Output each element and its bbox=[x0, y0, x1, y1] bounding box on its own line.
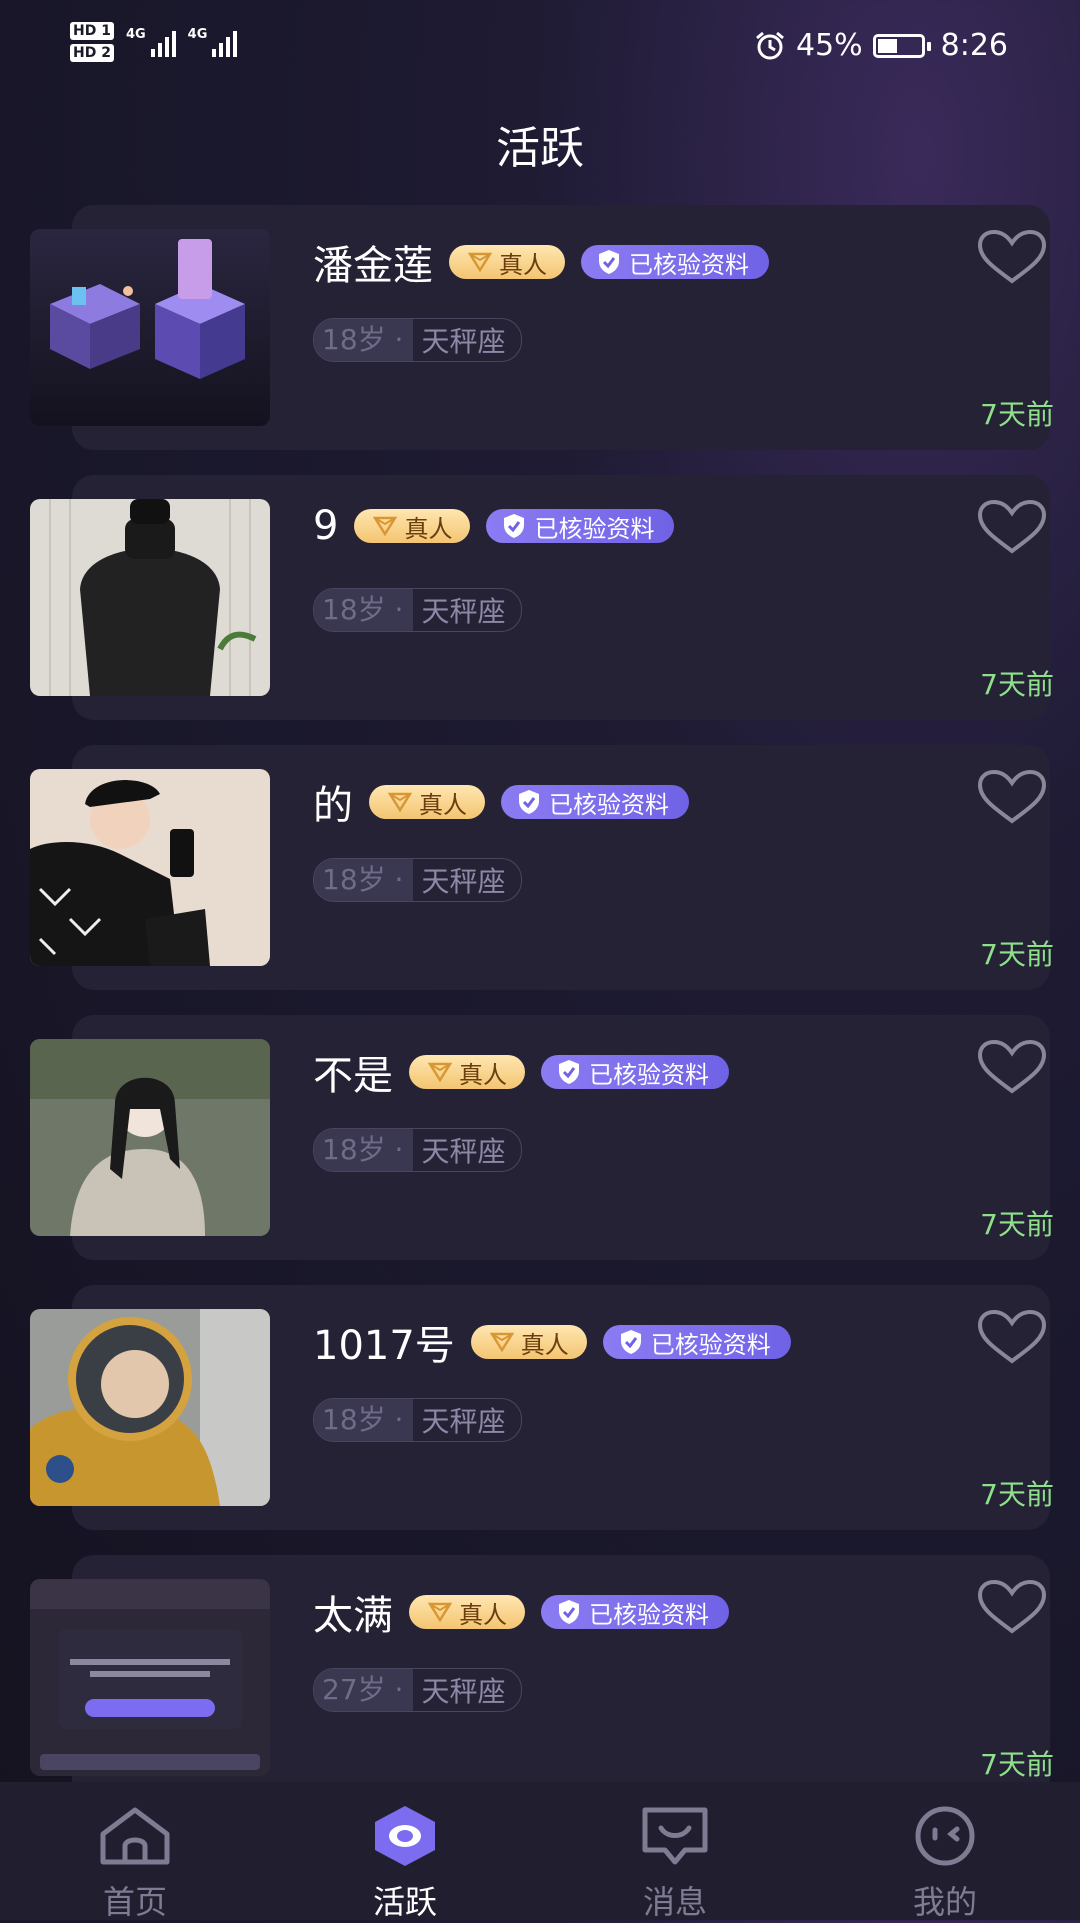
home-icon bbox=[100, 1807, 170, 1865]
user-name: 的 bbox=[313, 783, 353, 829]
user-zodiac: 天秤座 bbox=[421, 325, 506, 358]
status-bar: HD 1 HD 2 4G 4G 45% 8:26 bbox=[0, 0, 1080, 100]
network-indicators: HD 1 HD 2 4G 4G bbox=[70, 22, 238, 62]
network-type-2: 4G bbox=[187, 27, 208, 42]
active-eye-icon bbox=[375, 1806, 435, 1866]
real-person-badge: 真人 bbox=[354, 509, 471, 543]
signal-icon: 4G bbox=[126, 27, 176, 57]
user-info-tag: 18岁 · 天秤座 bbox=[313, 858, 523, 902]
user-zodiac: 天秤座 bbox=[421, 595, 506, 628]
verified-badge: 已核验资料 bbox=[541, 1055, 729, 1089]
user-name: 太满 bbox=[313, 1593, 393, 1639]
network-type-1: 4G bbox=[125, 27, 146, 42]
last-active-time: 7天前 bbox=[980, 1208, 1054, 1241]
battery-icon bbox=[872, 33, 931, 58]
user-name-row: 9 真人 已核验资料 bbox=[313, 503, 675, 549]
user-name: 潘金莲 bbox=[313, 243, 433, 289]
real-person-badge: 真人 bbox=[369, 785, 485, 819]
last-active-time: 7天前 bbox=[980, 1748, 1054, 1781]
verified-badge: 已核验资料 bbox=[541, 1595, 729, 1629]
user-name-row: 潘金莲 真人 已核验资料 bbox=[313, 233, 769, 291]
diamond-icon bbox=[427, 1602, 453, 1622]
shield-check-icon bbox=[519, 790, 539, 814]
last-active-time: 7天前 bbox=[980, 398, 1054, 431]
diamond-icon bbox=[467, 252, 493, 272]
user-photo[interactable] bbox=[30, 769, 270, 966]
user-photo[interactable] bbox=[30, 1579, 270, 1776]
user-info-tag: 18岁 · 天秤座 bbox=[313, 588, 523, 632]
user-info-tag: 27岁 · 天秤座 bbox=[313, 1668, 523, 1712]
shield-check-icon bbox=[559, 1060, 579, 1084]
verified-badge: 已核验资料 bbox=[501, 785, 689, 819]
user-age: 18岁 · bbox=[314, 589, 414, 631]
clock: 8:26 bbox=[940, 28, 1008, 63]
diamond-icon bbox=[427, 1062, 453, 1082]
message-icon bbox=[642, 1807, 708, 1865]
user-age: 18岁 · bbox=[314, 1399, 414, 1441]
tab-active[interactable]: 活跃 bbox=[305, 1782, 505, 1921]
user-info-tag: 18岁 · 天秤座 bbox=[313, 1398, 523, 1442]
shield-check-icon bbox=[620, 1330, 641, 1354]
last-active-time: 7天前 bbox=[980, 938, 1054, 971]
heart-icon[interactable] bbox=[976, 499, 1048, 555]
real-person-badge: 真人 bbox=[409, 1595, 525, 1629]
tab-home[interactable]: 首页 bbox=[35, 1782, 235, 1921]
bottom-tab-bar: 首页 活跃 消息 我的 bbox=[0, 1782, 1080, 1921]
system-indicators: 45% 8:26 bbox=[754, 28, 1008, 63]
real-person-badge: 真人 bbox=[409, 1055, 525, 1089]
heart-icon[interactable] bbox=[976, 1579, 1048, 1635]
user-info-tag: 18岁 · 天秤座 bbox=[313, 318, 523, 362]
profile-face-icon bbox=[915, 1806, 975, 1866]
user-age: 27岁 · bbox=[314, 1669, 414, 1711]
user-name: 1017号 bbox=[313, 1323, 455, 1369]
heart-icon[interactable] bbox=[976, 769, 1048, 825]
verified-badge: 已核验资料 bbox=[602, 1325, 791, 1359]
user-age: 18岁 · bbox=[314, 859, 414, 901]
sim2-label: HD 2 bbox=[70, 44, 114, 62]
user-name-row: 太满 真人 已核验资料 bbox=[313, 1583, 729, 1641]
heart-icon[interactable] bbox=[976, 1309, 1048, 1365]
user-name-row: 1017号 真人 已核验资料 bbox=[313, 1313, 791, 1371]
user-photo[interactable] bbox=[30, 1039, 270, 1236]
heart-icon[interactable] bbox=[976, 1039, 1048, 1095]
battery-percent: 45% bbox=[795, 28, 863, 63]
alarm-icon bbox=[755, 31, 784, 59]
diamond-icon bbox=[373, 516, 398, 536]
user-photo[interactable] bbox=[30, 1309, 270, 1506]
user-name: 9 bbox=[313, 503, 339, 549]
user-photo[interactable] bbox=[30, 229, 270, 426]
user-zodiac: 天秤座 bbox=[421, 1135, 506, 1168]
user-name: 不是 bbox=[313, 1053, 393, 1099]
diamond-icon bbox=[387, 792, 413, 812]
user-photo[interactable] bbox=[30, 499, 270, 696]
user-info-tag: 18岁 · 天秤座 bbox=[313, 1128, 523, 1172]
user-age: 18岁 · bbox=[314, 319, 414, 361]
shield-check-icon bbox=[504, 514, 525, 538]
verified-badge: 已核验资料 bbox=[486, 509, 675, 543]
user-name-row: 不是 真人 已核验资料 bbox=[313, 1043, 729, 1101]
last-active-time: 7天前 bbox=[980, 668, 1054, 701]
real-person-badge: 真人 bbox=[470, 1325, 587, 1359]
real-person-badge: 真人 bbox=[449, 245, 565, 279]
tab-messages[interactable]: 消息 bbox=[575, 1782, 775, 1921]
user-age: 18岁 · bbox=[314, 1129, 414, 1171]
user-zodiac: 天秤座 bbox=[421, 1405, 506, 1438]
verified-badge: 已核验资料 bbox=[581, 245, 769, 279]
user-zodiac: 天秤座 bbox=[421, 1675, 506, 1708]
tab-label: 我的 bbox=[912, 1883, 977, 1921]
page-title: 活跃 bbox=[496, 123, 584, 174]
sim1-label: HD 1 bbox=[70, 22, 114, 40]
diamond-icon bbox=[489, 1332, 515, 1352]
user-name-row: 的 真人 已核验资料 bbox=[313, 773, 689, 831]
tab-label: 首页 bbox=[102, 1883, 167, 1921]
last-active-time: 7天前 bbox=[980, 1478, 1054, 1511]
tab-label: 活跃 bbox=[372, 1883, 437, 1921]
heart-icon[interactable] bbox=[976, 229, 1048, 285]
shield-check-icon bbox=[559, 1600, 579, 1624]
tab-label: 消息 bbox=[642, 1883, 707, 1921]
tab-profile[interactable]: 我的 bbox=[845, 1782, 1045, 1921]
user-zodiac: 天秤座 bbox=[421, 865, 506, 898]
shield-check-icon bbox=[599, 250, 619, 274]
signal-icon: 4G bbox=[188, 27, 238, 57]
